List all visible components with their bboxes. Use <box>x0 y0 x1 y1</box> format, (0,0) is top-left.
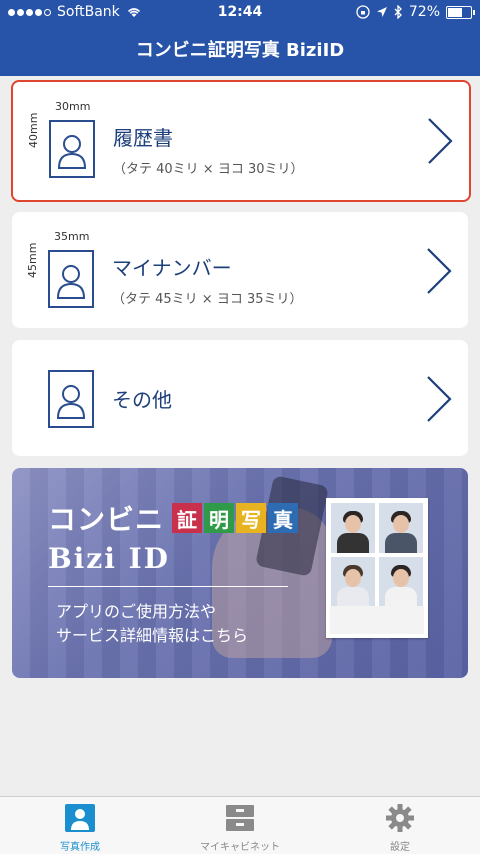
bluetooth-icon <box>394 5 402 19</box>
logo-kanji: 明 <box>204 503 235 533</box>
card-other[interactable]: その他 <box>12 340 468 456</box>
page-title: コンビニ証明写真 BiziID <box>135 40 345 61</box>
sample-photo-sheet <box>326 498 428 638</box>
battery-icon <box>446 5 475 19</box>
logo-kanji: 写 <box>236 503 267 533</box>
banner-description-1: アプリのご使用方法や <box>56 602 217 621</box>
chevron-right-icon <box>427 248 452 294</box>
status-right: 72% <box>356 4 475 20</box>
card-resume[interactable]: 30mm 40mm 履歴書 （タテ 40ミリ × ヨコ 30ミリ） <box>11 80 471 202</box>
divider <box>48 586 288 587</box>
chevron-right-icon <box>428 118 453 164</box>
battery-percent: 72% <box>408 4 440 20</box>
card-title: 履歴書 <box>113 126 173 150</box>
card-subtitle: （タテ 40ミリ × ヨコ 30ミリ） <box>113 162 304 177</box>
banner-description-2: サービス詳細情報はこちら <box>56 626 249 645</box>
cabinet-icon <box>226 805 254 831</box>
height-label: 45mm <box>26 242 39 278</box>
tab-label: 写真作成 <box>60 842 100 853</box>
width-label: 30mm <box>55 100 91 113</box>
status-bar: SoftBank 12:44 72% <box>0 0 480 26</box>
orientation-lock-icon <box>356 5 370 19</box>
location-icon <box>376 7 387 17</box>
banner-logo: コンビニ 証 明 写 真 <box>48 498 299 538</box>
person-frame-icon <box>48 370 94 428</box>
product-name: Bizi ID <box>48 542 170 575</box>
top-bar: SoftBank 12:44 72% コンビニ証明写真 BiziID <box>0 0 480 76</box>
person-photo-icon <box>65 804 95 832</box>
tab-bar: 写真作成 マイキャビネット 設定 <box>0 796 480 854</box>
card-mynumber[interactable]: 35mm 45mm マイナンバー （タテ 45ミリ × ヨコ 35ミリ） <box>12 212 468 328</box>
tab-photo-create[interactable]: 写真作成 <box>0 797 160 854</box>
tab-my-cabinet[interactable]: マイキャビネット <box>160 797 320 854</box>
logo-kanji: 証 <box>172 503 203 533</box>
gear-icon <box>386 804 414 832</box>
card-title: マイナンバー <box>112 256 232 280</box>
card-subtitle: （タテ 45ミリ × ヨコ 35ミリ） <box>112 292 303 307</box>
width-label: 35mm <box>54 230 90 243</box>
info-banner[interactable]: コンビニ 証 明 写 真 Bizi ID アプリのご使用方法や サービス詳細情報… <box>12 468 468 678</box>
person-frame-icon <box>48 250 94 308</box>
sample-photo-footer <box>330 606 424 634</box>
card-title: その他 <box>112 388 172 412</box>
height-label: 40mm <box>27 112 40 148</box>
person-frame-icon <box>49 120 95 178</box>
logo-text: コンビニ <box>48 503 165 536</box>
tab-label: マイキャビネット <box>200 842 280 853</box>
tab-settings[interactable]: 設定 <box>320 797 480 854</box>
tab-label: 設定 <box>390 842 410 853</box>
logo-kanji: 真 <box>268 503 299 533</box>
chevron-right-icon <box>427 376 452 422</box>
